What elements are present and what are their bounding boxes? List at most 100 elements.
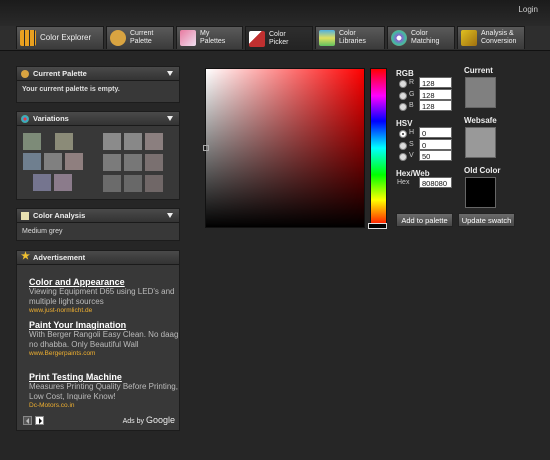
variation-swatch[interactable] — [44, 153, 62, 170]
saturation-value-picker[interactable] — [205, 68, 365, 228]
s-input[interactable]: 0 — [419, 139, 452, 150]
collapse-arrow-icon[interactable] — [167, 213, 173, 218]
variations-header[interactable]: Variations — [17, 112, 179, 126]
panel-title: Color Analysis — [33, 211, 86, 220]
collapse-arrow-icon[interactable] — [167, 116, 173, 121]
variation-swatch[interactable] — [145, 175, 163, 192]
variation-swatch[interactable] — [23, 133, 41, 150]
ads-by-google[interactable]: Ads by Google — [123, 415, 175, 425]
swatches-icon — [180, 30, 196, 46]
picker-crosshair[interactable] — [203, 145, 209, 151]
brush-icon — [249, 30, 265, 47]
variation-swatch[interactable] — [124, 154, 142, 171]
tab-current-palette[interactable]: Current Palette — [106, 26, 174, 49]
panel-title: Advertisement — [33, 253, 86, 262]
tab-color-libraries[interactable]: Color Libraries — [315, 26, 385, 49]
hsv-label: HSV — [396, 119, 413, 128]
ad-text: Viewing Equipment D65 using LED's and mu… — [29, 287, 175, 306]
ad-text: Measures Printing Quality Before Printin… — [29, 382, 178, 401]
advertisement-panel: ★ Advertisement Color and Appearance Vie… — [16, 250, 180, 431]
tab-label: My Palettes — [200, 30, 226, 45]
b-input[interactable]: 128 — [419, 100, 452, 111]
ad-item[interactable]: Paint Your Imagination With Berger Rango… — [29, 320, 179, 357]
r-input[interactable]: 128 — [419, 77, 452, 88]
tab-color-matching[interactable]: Color Matching — [387, 26, 455, 49]
grid-icon — [20, 30, 36, 46]
ad-title[interactable]: Print Testing Machine — [29, 372, 179, 382]
ad-item[interactable]: Print Testing Machine Measures Printing … — [29, 372, 179, 409]
variation-swatch[interactable] — [124, 133, 142, 150]
old-color-label: Old Color — [464, 166, 501, 175]
ads-by-label: Ads by — [122, 418, 145, 425]
chevron-right-icon — [39, 418, 42, 424]
current-color-swatch — [465, 77, 496, 108]
tab-analysis-conversion[interactable]: Analysis & Conversion — [457, 26, 525, 49]
variation-swatch[interactable] — [54, 174, 72, 191]
hue-slider-handle[interactable] — [368, 223, 387, 229]
ad-item[interactable]: Color and Appearance Viewing Equipment D… — [29, 277, 179, 314]
chevron-left-icon — [26, 418, 29, 424]
variation-swatch[interactable] — [145, 154, 163, 171]
h-input[interactable]: 0 — [419, 127, 452, 138]
variation-swatch[interactable] — [23, 153, 41, 170]
ad-url[interactable]: www.just-normlicht.de — [29, 307, 179, 314]
panel-title: Variations — [33, 114, 69, 123]
variations-icon — [21, 115, 29, 123]
variation-swatch[interactable] — [103, 133, 121, 150]
variation-swatch[interactable] — [103, 154, 121, 171]
ad-prev-button[interactable] — [23, 416, 32, 425]
tab-color-explorer[interactable]: Color Explorer — [16, 26, 104, 49]
v-label: V — [409, 152, 414, 159]
variation-swatch[interactable] — [33, 174, 51, 191]
v-input[interactable]: 50 — [419, 150, 452, 161]
s-radio[interactable] — [399, 142, 407, 150]
add-to-palette-button[interactable]: Add to palette — [396, 213, 453, 227]
tab-color-picker[interactable]: Color Picker — [245, 26, 313, 50]
document-icon — [21, 212, 29, 220]
current-palette-panel: Current Palette Your current palette is … — [16, 66, 180, 103]
palette-icon — [21, 70, 29, 78]
ad-title[interactable]: Paint Your Imagination — [29, 320, 179, 330]
ad-title[interactable]: Color and Appearance — [29, 277, 179, 287]
star-icon: ★ — [21, 251, 30, 262]
ad-url[interactable]: www.Bergerpaints.com — [29, 350, 179, 357]
color-analysis-header[interactable]: Color Analysis — [17, 209, 179, 223]
ad-url[interactable]: Dc-Motors.co.in — [29, 402, 179, 409]
hue-slider[interactable] — [370, 68, 387, 228]
color-analysis-panel: Color Analysis Medium grey — [16, 208, 180, 241]
variation-swatch[interactable] — [124, 175, 142, 192]
palette-icon — [110, 30, 126, 46]
ad-next-button[interactable] — [35, 416, 44, 425]
variation-swatch[interactable] — [55, 133, 73, 150]
tab-label: Analysis & Conversion — [481, 30, 517, 45]
top-bar: Login — [0, 0, 550, 26]
variations-panel: Variations — [16, 111, 180, 200]
old-color-swatch[interactable] — [465, 177, 496, 208]
variation-swatch[interactable] — [145, 133, 163, 150]
flower-icon — [391, 30, 407, 46]
websafe-color-swatch[interactable] — [465, 127, 496, 158]
tab-label: Color Picker — [269, 30, 289, 46]
variation-swatch[interactable] — [103, 175, 121, 192]
websafe-label: Websafe — [464, 116, 497, 125]
current-palette-header[interactable]: Current Palette — [17, 67, 179, 81]
v-radio[interactable] — [399, 153, 407, 161]
b-radio[interactable] — [399, 103, 407, 111]
tab-label: Color Explorer — [40, 33, 92, 42]
collapse-arrow-icon[interactable] — [167, 71, 173, 76]
g-radio[interactable] — [399, 92, 407, 100]
h-radio[interactable] — [399, 130, 407, 138]
hex-input[interactable]: 808080 — [419, 177, 452, 188]
tab-label: Color Matching — [411, 30, 440, 45]
color-analysis-result: Medium grey — [22, 228, 63, 235]
update-swatch-button[interactable]: Update swatch — [458, 213, 515, 227]
login-link[interactable]: Login — [518, 5, 538, 14]
google-logo: Google — [145, 415, 175, 425]
variation-swatch[interactable] — [65, 153, 83, 170]
g-input[interactable]: 128 — [419, 89, 452, 100]
current-color-label: Current — [464, 66, 493, 75]
analysis-icon — [461, 30, 477, 46]
tab-my-palettes[interactable]: My Palettes — [176, 26, 243, 49]
r-radio[interactable] — [399, 80, 407, 88]
current-palette-message: Your current palette is empty. — [22, 86, 120, 93]
